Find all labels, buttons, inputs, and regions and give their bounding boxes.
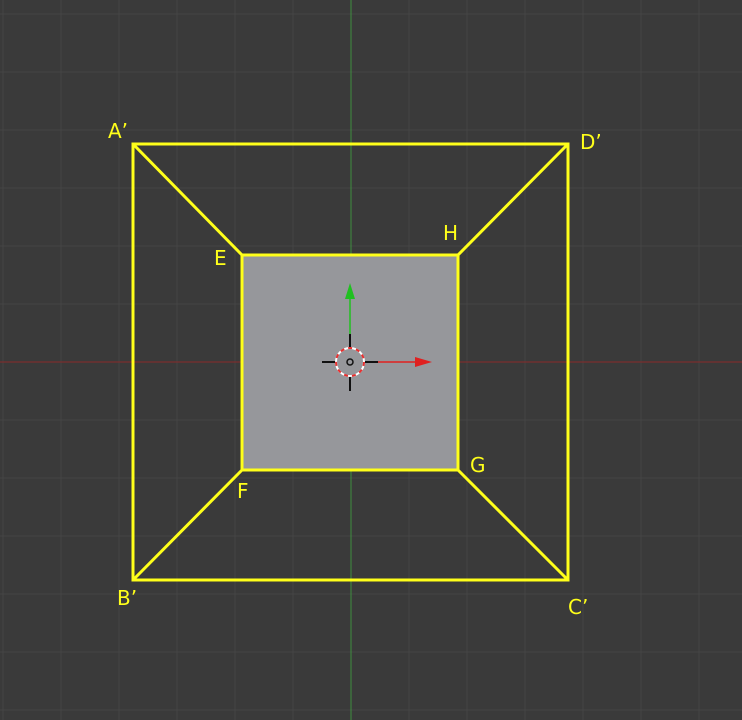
- vertex-label-h: H: [443, 221, 459, 245]
- edge-c-g[interactable]: [456, 468, 570, 582]
- vertex-label-f: F: [237, 479, 249, 503]
- vertex-label-e: E: [214, 246, 227, 270]
- vertex-label-a-prime: A’: [108, 119, 129, 143]
- vertex-label-d-prime: D’: [580, 130, 602, 154]
- vertex-label-g: G: [470, 453, 486, 477]
- edge-a-e[interactable]: [131, 142, 244, 257]
- vertex-label-b-prime: B’: [117, 586, 138, 610]
- viewport-canvas[interactable]: [0, 0, 742, 720]
- 3d-viewport[interactable]: A’ D’ B’ C’ E H F G: [0, 0, 742, 720]
- edge-b-f[interactable]: [131, 468, 244, 582]
- edge-d-h[interactable]: [456, 142, 570, 257]
- vertex-label-c-prime: C’: [568, 595, 589, 619]
